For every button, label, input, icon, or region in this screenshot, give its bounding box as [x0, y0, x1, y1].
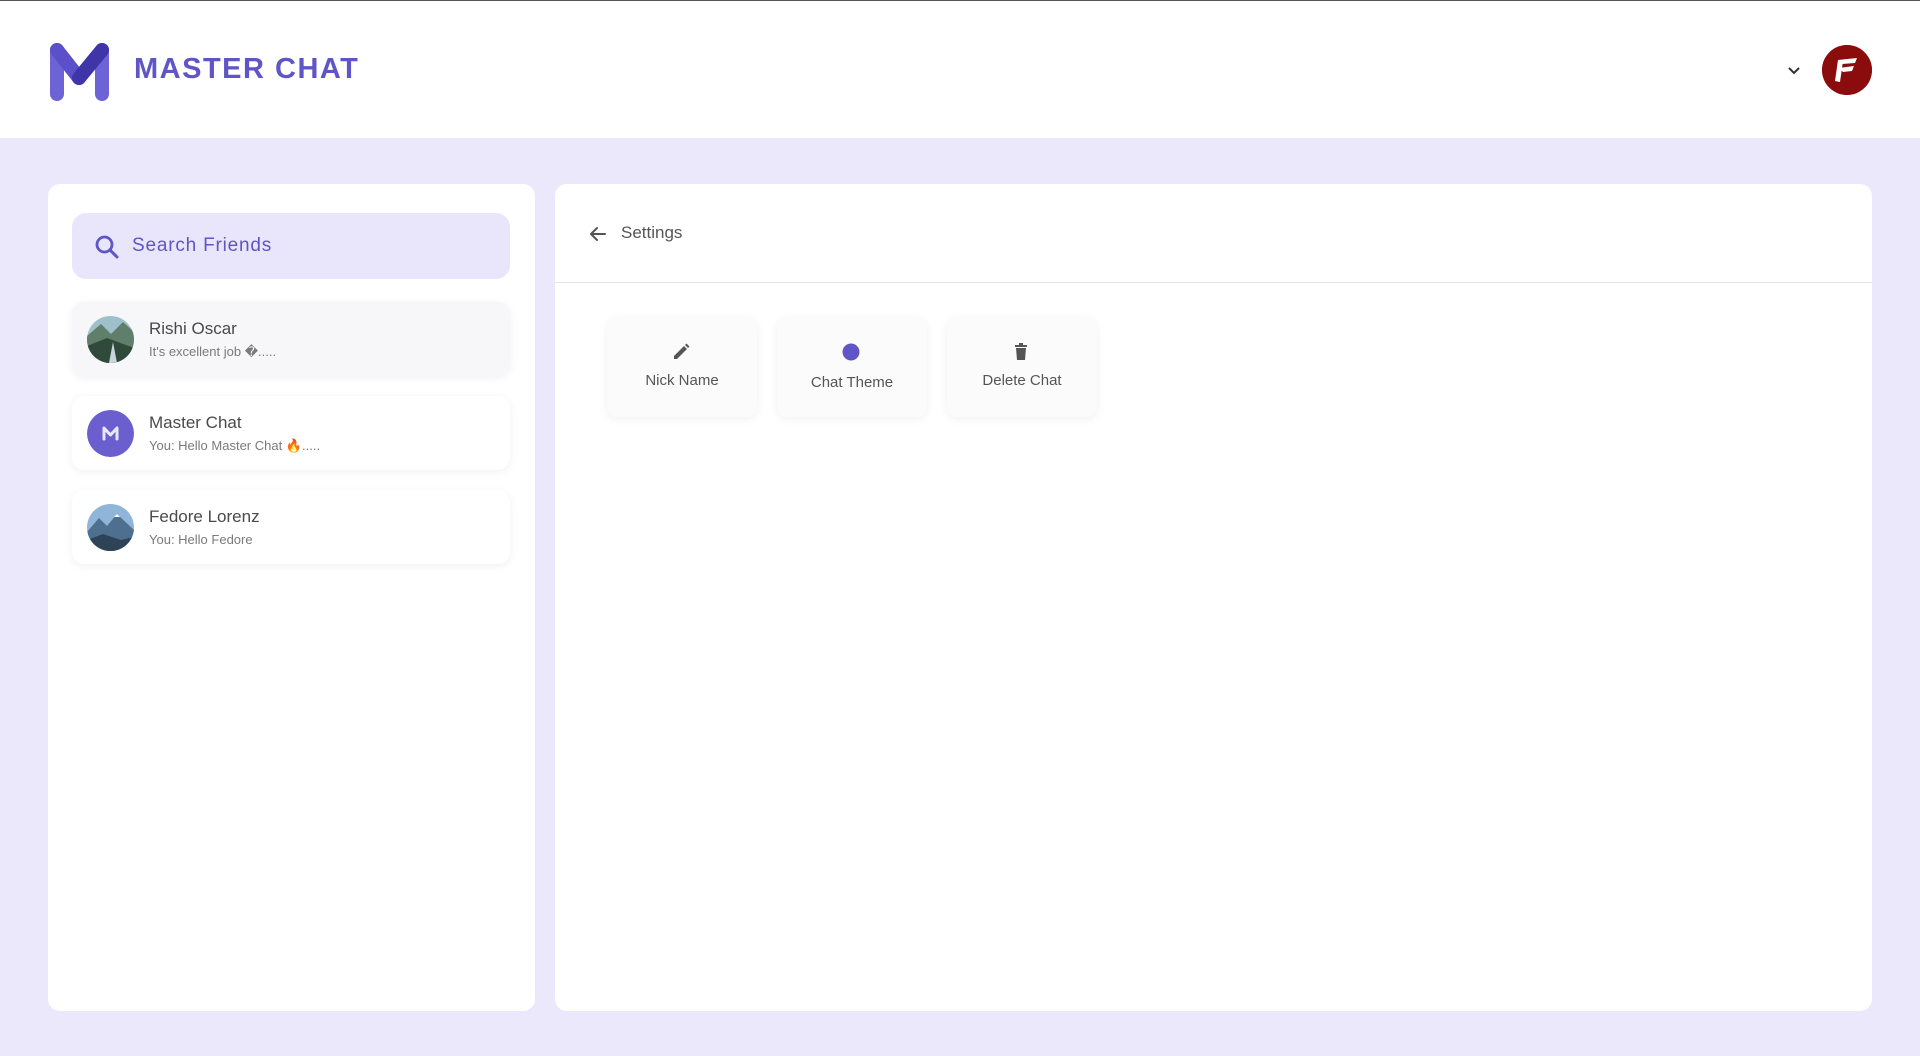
card-label: Chat Theme: [810, 374, 894, 391]
chat-list-item-master-chat[interactable]: Master Chat You: Hello Master Chat 🔥....…: [72, 396, 510, 470]
chat-theme-button[interactable]: Chat Theme: [777, 317, 927, 417]
card-label: Delete Chat: [982, 372, 1062, 389]
user-avatar[interactable]: [1822, 45, 1872, 95]
theme-color-circle-icon: [842, 343, 860, 361]
search-friends-input[interactable]: [132, 213, 492, 279]
avatar: [87, 410, 134, 457]
chat-last-message: You: Hello Fedore: [149, 532, 253, 547]
chat-name: Rishi Oscar: [149, 319, 237, 338]
chat-name: Fedore Lorenz: [149, 507, 260, 526]
user-avatar-logo-icon: [1822, 45, 1872, 95]
card-label: Nick Name: [645, 372, 719, 389]
delete-chat-button[interactable]: Delete Chat: [947, 317, 1097, 417]
app-header: MASTER CHAT: [0, 1, 1920, 138]
chat-last-message: You: Hello Master Chat 🔥.....: [149, 438, 321, 453]
account-dropdown-toggle[interactable]: [1782, 59, 1806, 83]
chat-list-item-rishi-oscar[interactable]: Rishi Oscar It's excellent job �.....: [72, 302, 510, 376]
m-logo-avatar-icon: [87, 410, 134, 457]
chat-list-item-fedore-lorenz[interactable]: Fedore Lorenz You: Hello Fedore: [72, 490, 510, 564]
friends-sidebar: Rishi Oscar It's excellent job �..... Ma…: [48, 184, 535, 1011]
search-icon: [95, 235, 119, 259]
settings-panel: Settings Nick Name Chat Theme Delete Cha…: [555, 184, 1872, 1011]
mountain-avatar-image: [87, 504, 134, 551]
avatar: [87, 504, 134, 551]
avatar: [87, 316, 134, 363]
chat-last-message: It's excellent job �.....: [149, 344, 277, 359]
back-arrow-icon[interactable]: [588, 224, 608, 244]
nick-name-button[interactable]: Nick Name: [607, 317, 757, 417]
brand-name: MASTER CHAT: [134, 53, 360, 85]
landscape-avatar-image: [87, 316, 134, 363]
chat-name: Master Chat: [149, 413, 242, 432]
trash-icon: [1015, 343, 1027, 360]
pencil-icon: [674, 343, 690, 359]
master-chat-logo-icon: [50, 43, 109, 101]
settings-header: Settings: [555, 184, 1872, 283]
page-title: Settings: [621, 223, 683, 242]
search-box[interactable]: [72, 213, 510, 279]
chevron-down-icon: [1788, 67, 1800, 75]
